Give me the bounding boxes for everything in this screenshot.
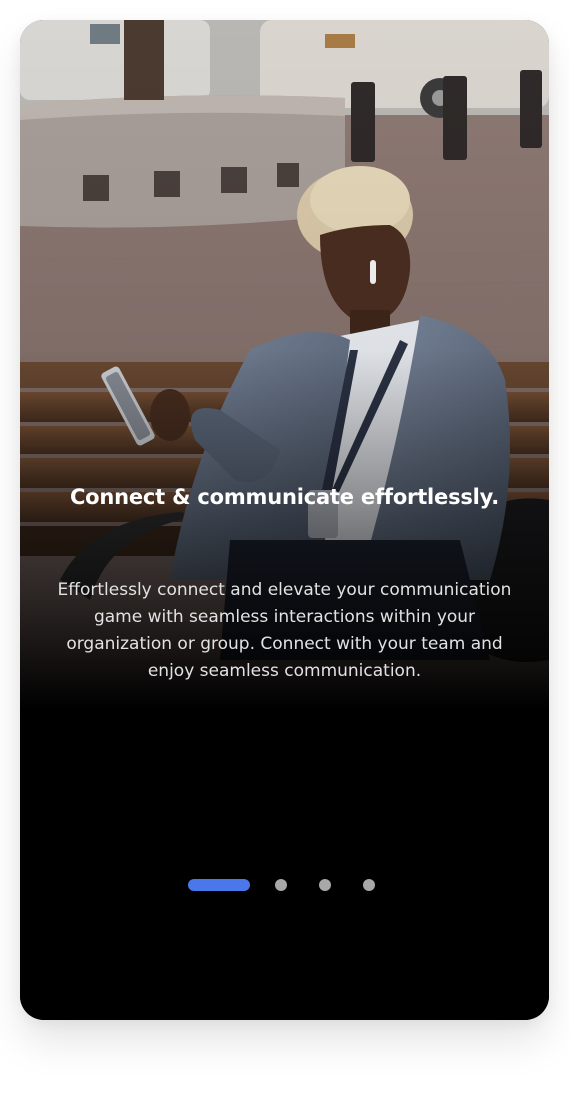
onboarding-card: Connect & communicate effortlessly. Effo… [20,20,549,1020]
page-dot-3[interactable] [319,879,331,891]
page-dot-4[interactable] [363,879,375,891]
onboarding-screen: Connect & communicate effortlessly. Effo… [0,0,569,1120]
onboarding-description: Effortlessly connect and elevate your co… [57,580,512,681]
page-indicator [20,878,549,892]
page-dot-2[interactable] [275,879,287,891]
page-dot-1-active[interactable] [188,879,250,891]
image-fade-overlay [20,20,549,1020]
onboarding-title: Connect & communicate effortlessly. [69,485,500,509]
